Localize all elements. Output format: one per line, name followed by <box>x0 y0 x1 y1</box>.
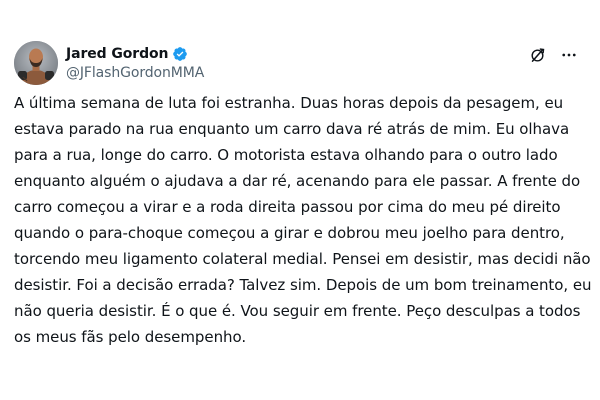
display-name-row: Jared Gordon <box>66 44 204 64</box>
grok-icon[interactable] <box>528 46 546 64</box>
author-handle[interactable]: @JFlashGordonMMA <box>66 65 204 81</box>
tweet-actions <box>528 46 578 64</box>
verified-badge-icon[interactable] <box>172 46 188 62</box>
tweet-header: Jared Gordon @JFlashGordonMMA <box>14 40 590 90</box>
author-display-name[interactable]: Jared Gordon <box>66 46 168 62</box>
tweet-card: Jared Gordon @JFlashGordonMMA A última s… <box>0 0 600 400</box>
avatar-photo <box>14 41 58 85</box>
author-names: Jared Gordon @JFlashGordonMMA <box>66 44 204 81</box>
more-options-icon[interactable] <box>560 46 578 64</box>
tweet-text: A última semana de luta foi estranha. Du… <box>14 94 592 346</box>
avatar[interactable] <box>14 41 58 85</box>
